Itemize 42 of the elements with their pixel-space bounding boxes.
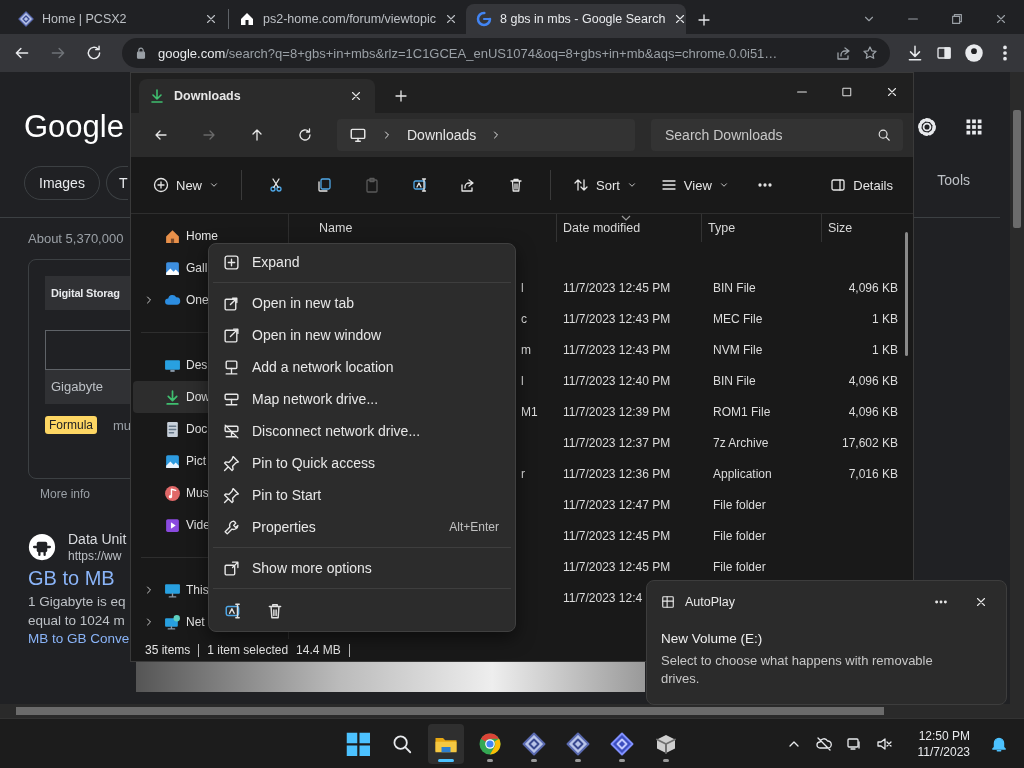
result-snippet: equal to 1024 m — [28, 613, 125, 628]
file-type: BIN File — [713, 280, 756, 295]
results-count: About 5,370,000 — [28, 231, 124, 246]
notification-app-name: AutoPlay — [685, 595, 737, 609]
file-type: File folder — [713, 559, 766, 574]
site-name: Data Unit — [68, 531, 127, 547]
file-size: 1 KB — [872, 311, 898, 326]
file-size: 17,602 KB — [841, 435, 898, 450]
file-type: BIN File — [713, 373, 756, 388]
date-modified: 11/7/2023 12:45 PM — [563, 528, 671, 543]
file-size: 7,016 KB — [848, 466, 898, 481]
file-type: File folder — [713, 497, 766, 512]
date-modified: 11/7/2023 12:36 PM — [563, 466, 671, 481]
file-type: Application — [713, 466, 772, 481]
notification-title: New Volume (E:) — [661, 631, 764, 646]
date-modified: 11/7/2023 12:47 PM — [563, 497, 671, 512]
item-count: 35 items — [145, 643, 191, 657]
result-snippet: 1 Gigabyte is eq — [28, 594, 126, 609]
selection-info: 1 item selected — [207, 643, 289, 657]
file-type: MEC File — [713, 311, 763, 326]
address-url: google.com/search?q=8+gbs+in+mbs&rlz=1C1GCEA_enUS1074&oq=8+gbs+in+mb&aqs=chrome.0.0i51… — [158, 45, 779, 61]
formula-label: Formula — [45, 416, 97, 434]
site-url: https://ww — [68, 549, 123, 563]
file-size: 4,096 KB — [848, 373, 898, 388]
selection-size: 14.4 MB — [296, 643, 341, 657]
file-type: 7z Archive — [713, 435, 769, 450]
date-modified: 11/7/2023 12:40 PM — [563, 373, 671, 388]
file-type: File folder — [713, 528, 766, 543]
date-modified: 11/7/2023 12:45 PM — [563, 559, 671, 574]
date-modified: 11/7/2023 12:4 — [563, 590, 643, 605]
file-size: 1 KB — [872, 342, 898, 357]
formula-text: mu — [113, 417, 132, 433]
file-type: NVM File — [713, 342, 763, 357]
file-size: 4,096 KB — [848, 404, 898, 419]
date-modified: 11/7/2023 12:43 PM — [563, 311, 671, 326]
file-size: 4,096 KB — [848, 280, 898, 295]
date-modified: 11/7/2023 12:37 PM — [563, 435, 671, 450]
date-modified: 11/7/2023 12:45 PM — [563, 280, 671, 295]
file-type: ROM1 File — [713, 404, 771, 419]
date-modified: 11/7/2023 12:39 PM — [563, 404, 671, 419]
date-modified: 11/7/2023 12:43 PM — [563, 342, 671, 357]
notification-body: Select to choose what happens with removable drives. — [661, 652, 934, 688]
